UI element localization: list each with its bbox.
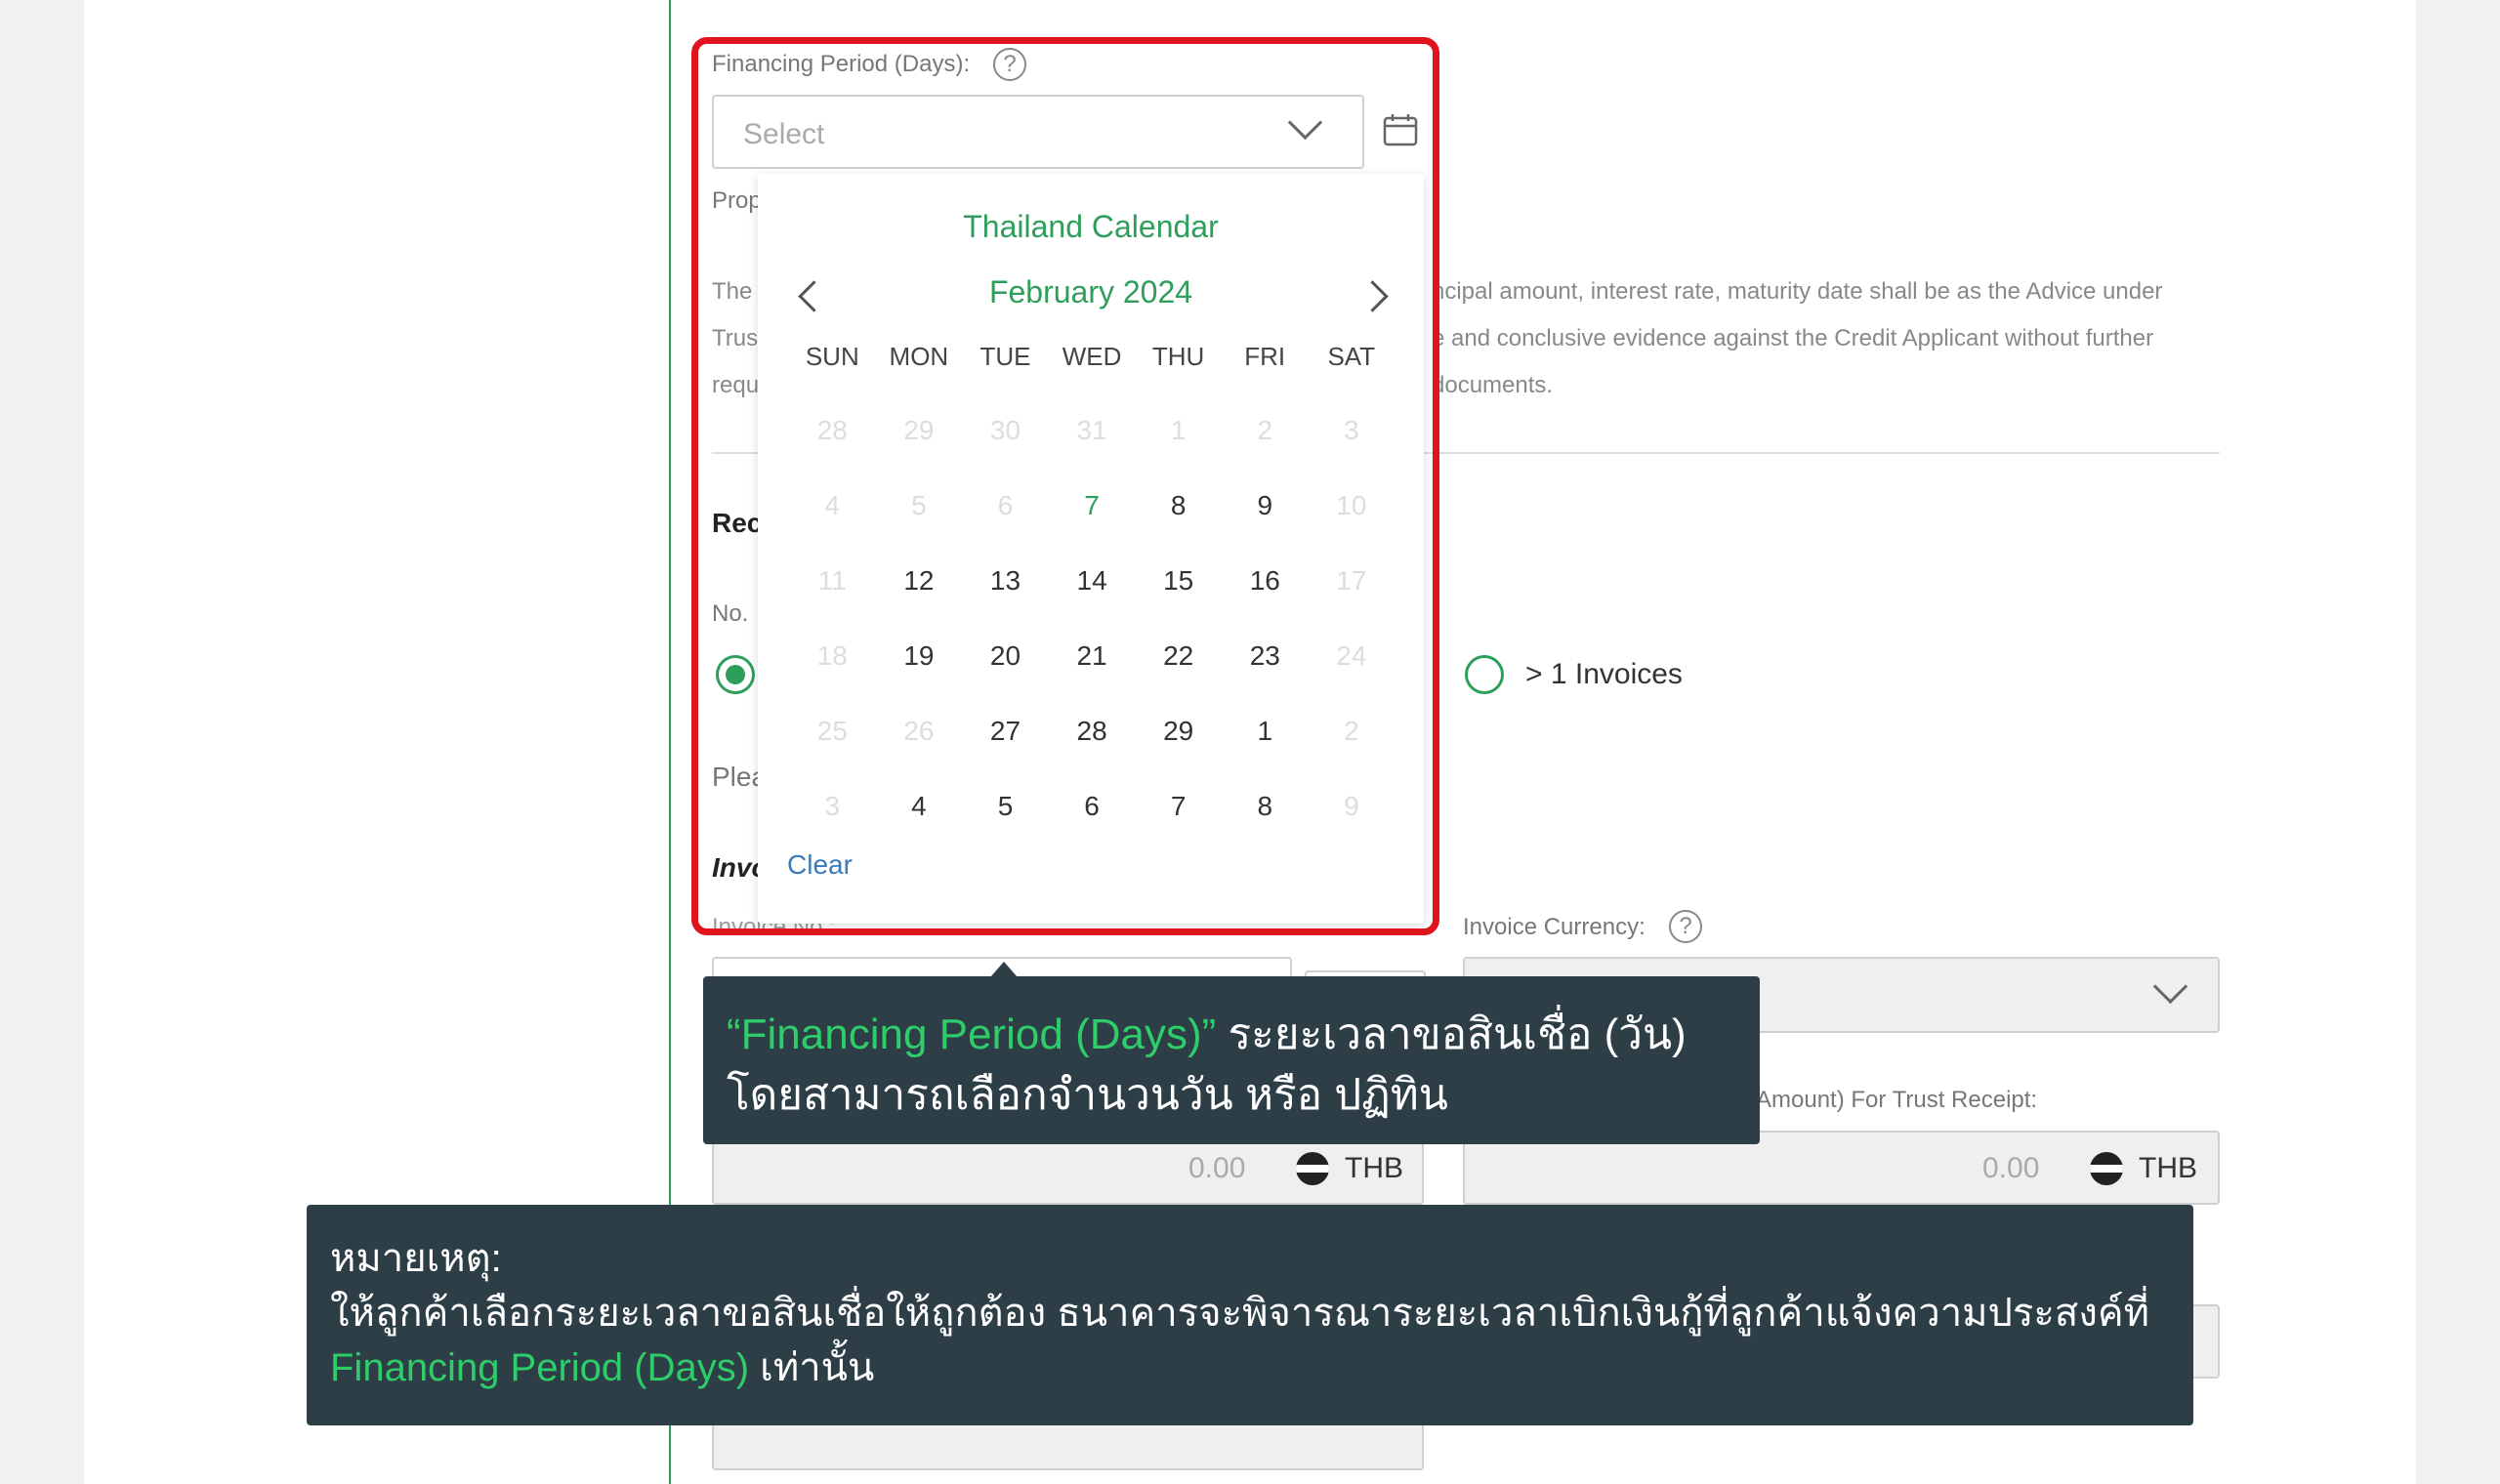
currency-code: THB bbox=[2139, 1152, 2197, 1184]
currency-code: THB bbox=[1345, 1152, 1403, 1184]
callout-pointer bbox=[990, 962, 1018, 977]
amount-value: 0.00 bbox=[1982, 1152, 2040, 1184]
multiple-invoices-label: > 1 Invoices bbox=[1525, 658, 1683, 690]
callout-text: ระยะเวลาขอสินเชื่อ (วัน) bbox=[1216, 1010, 1687, 1058]
thai-flag-icon bbox=[1296, 1152, 1329, 1185]
note-callout: หมายเหตุ: ให้ลูกค้าเลือกระยะเวลาขอสินเชื… bbox=[307, 1205, 2193, 1425]
financing-period-callout: “Financing Period (Days)” ระยะเวลาขอสินเ… bbox=[703, 976, 1760, 1144]
note-heading: หมายเหตุ: bbox=[330, 1237, 502, 1280]
callout-text: โดยสามารถเลือกจำนวนวัน หรือ ปฏิทิน bbox=[727, 1071, 1448, 1119]
amount-value: 0.00 bbox=[1188, 1152, 1246, 1184]
trust-receipt-amount-label: Amount) For Trust Receipt: bbox=[1756, 1087, 2038, 1113]
multiple-invoices-radio[interactable] bbox=[1465, 655, 1504, 694]
highlight-frame bbox=[691, 37, 1439, 935]
description-right: ncipal amount, interest rate, maturity d… bbox=[1432, 278, 2163, 398]
chevron-down-icon bbox=[2152, 969, 2188, 1005]
thai-flag-icon bbox=[2090, 1152, 2123, 1185]
note-highlight: Financing Period (Days) bbox=[330, 1346, 750, 1389]
note-text: เท่านั้น bbox=[749, 1346, 875, 1389]
callout-highlight: “Financing Period (Days)” bbox=[727, 1010, 1217, 1058]
invoice-currency-label: Invoice Currency: bbox=[1463, 914, 1646, 940]
note-text: ให้ลูกค้าเลือกระยะเวลาขอสินเชื่อให้ถูกต้… bbox=[330, 1292, 2149, 1335]
help-icon[interactable]: ? bbox=[1669, 910, 1702, 943]
